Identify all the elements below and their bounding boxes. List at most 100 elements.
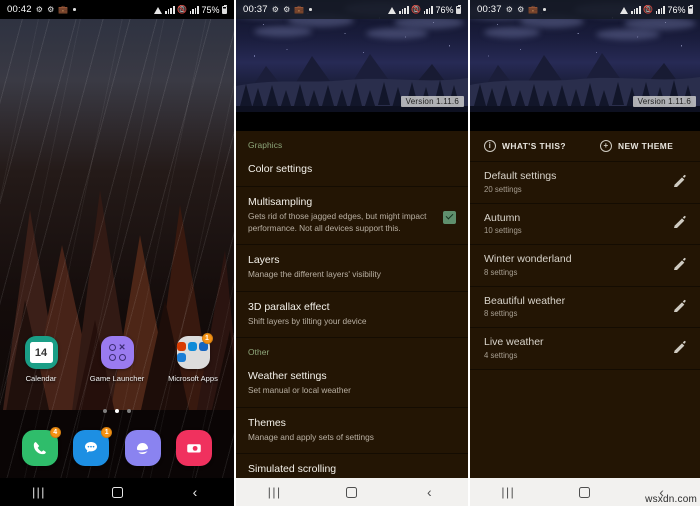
panel-settings: Version 1.11.6 00:37 ⚙ ⚙ 💼 📵 76% Graphic…: [236, 0, 468, 506]
camera-icon[interactable]: [176, 430, 213, 466]
setting-subtitle: Shift layers by tilting your device: [248, 315, 367, 326]
back-button[interactable]: ‹: [175, 485, 215, 499]
page-dot-3[interactable]: [127, 409, 131, 413]
settings-list[interactable]: Graphics Color settings Multisampling Ge…: [236, 131, 468, 478]
theme-row-default-settings[interactable]: Default settings 20 settings: [470, 162, 700, 204]
checkbox-multisampling[interactable]: [443, 210, 456, 224]
gear-icon: ⚙: [517, 4, 525, 14]
theme-row-live-weather[interactable]: Live weather 4 settings: [470, 328, 700, 370]
row-text: Color settings: [248, 163, 443, 176]
setting-row-multisampling[interactable]: Multisampling Gets rid of those jagged e…: [236, 187, 468, 246]
pencil-icon[interactable]: [672, 340, 688, 356]
theme-subtitle: 10 settings: [484, 226, 522, 236]
setting-row-simulated-scrolling[interactable]: Simulated scrolling If your launcher doe…: [236, 454, 468, 478]
row-text: Winter wonderland 8 settings: [484, 253, 672, 277]
calendar-icon[interactable]: 14: [24, 336, 58, 369]
back-button[interactable]: ‹: [409, 485, 449, 499]
row-text: Themes Manage and apply sets of settings: [248, 417, 443, 444]
status-left-themes: 00:37 ⚙ ⚙ 💼: [477, 4, 546, 15]
themes-list[interactable]: i WHAT'S THIS? + NEW THEME Default setti…: [470, 131, 700, 478]
setting-subtitle: Set manual or local weather: [248, 385, 351, 396]
row-text: 3D parallax effect Shift layers by tilti…: [248, 301, 443, 328]
signal-icon-2: [655, 5, 665, 14]
setting-title: Layers: [248, 254, 280, 267]
home-button[interactable]: [332, 486, 372, 498]
badge-count: 1: [201, 333, 213, 344]
setting-row-color-settings[interactable]: Color settings: [236, 154, 468, 188]
pencil-glyph: [674, 174, 686, 187]
signal-icon-2: [423, 5, 433, 14]
row-text: Simulated scrolling If your launcher doe…: [248, 463, 443, 478]
badge-count-phone: 4: [49, 427, 61, 438]
setting-subtitle: Gets rid of those jagged edges, but migh…: [248, 211, 427, 233]
home-icon: [111, 486, 123, 498]
row-text: Live weather 4 settings: [484, 336, 672, 360]
dot-icon: [309, 8, 312, 11]
pencil-icon[interactable]: [672, 174, 688, 190]
page-indicator[interactable]: [0, 409, 234, 413]
signal-icon: [165, 5, 175, 14]
battery-icon: [688, 4, 693, 14]
app-label-game-launcher: Game Launcher: [89, 374, 145, 383]
phone-icon[interactable]: 4: [21, 427, 61, 466]
pencil-icon[interactable]: [672, 215, 688, 231]
app-game-launcher[interactable]: ✕ Game Launcher: [89, 336, 145, 383]
whats-this-button[interactable]: i WHAT'S THIS?: [484, 140, 566, 152]
recents-button[interactable]: |||: [255, 486, 295, 498]
game-launcher-icon[interactable]: ✕: [100, 336, 134, 369]
whats-this-label: WHAT'S THIS?: [502, 141, 566, 151]
pencil-glyph: [674, 299, 686, 312]
dot-icon: [543, 8, 546, 11]
pencil-icon[interactable]: [672, 299, 688, 315]
office-icon: [177, 342, 186, 351]
home-button[interactable]: [97, 486, 137, 498]
message-icon[interactable]: 1: [73, 427, 113, 466]
new-theme-label: NEW THEME: [618, 141, 674, 151]
theme-row-autumn[interactable]: Autumn 10 settings: [470, 204, 700, 246]
gear-icon: ⚙: [35, 4, 44, 14]
setting-row-themes[interactable]: Themes Manage and apply sets of settings: [236, 408, 468, 455]
gear-icon: ⚙: [283, 4, 291, 14]
folder-icon[interactable]: 1: [176, 333, 213, 369]
home-icon: [579, 486, 591, 498]
vibrate-icon: 📵: [411, 5, 422, 14]
page-dot-2-active[interactable]: [115, 409, 119, 413]
x-glyph: ✕: [118, 342, 126, 352]
setting-row-weather-settings[interactable]: Weather settings Set manual or local wea…: [236, 361, 468, 408]
page-dot-1[interactable]: [103, 409, 107, 413]
browser-icon[interactable]: [124, 430, 161, 466]
setting-subtitle: Manage and apply sets of settings: [248, 431, 374, 442]
setting-subtitle: Manage the different layers' visibility: [248, 269, 381, 280]
gear-icon: ⚙: [271, 4, 280, 14]
dot-icon: [73, 8, 76, 11]
home-app-row: 14 Calendar ✕ Game Launcher 1 Microsoft …: [0, 333, 234, 383]
new-theme-button[interactable]: + NEW THEME: [600, 140, 673, 152]
version-label: Version 1.11.6: [632, 96, 696, 107]
phone-glyph: [34, 441, 47, 454]
setting-row-3d-parallax-effect[interactable]: 3D parallax effect Shift layers by tilti…: [236, 292, 468, 339]
gear-icon: ⚙: [47, 4, 55, 14]
theme-subtitle: 8 settings: [484, 309, 518, 319]
app-microsoft-apps[interactable]: 1 Microsoft Apps: [165, 333, 221, 383]
section-header-graphics: Graphics: [248, 140, 283, 150]
setting-row-layers[interactable]: Layers Manage the different layers' visi…: [236, 245, 468, 292]
theme-title: Live weather: [484, 336, 544, 349]
status-right: 📵 75%: [153, 4, 227, 15]
recents-button[interactable]: |||: [19, 486, 59, 498]
home-button[interactable]: [565, 486, 605, 498]
battery-percent: 75%: [201, 4, 220, 15]
pencil-icon[interactable]: [672, 257, 688, 273]
theme-row-winter-wonderland[interactable]: Winter wonderland 8 settings: [470, 245, 700, 287]
recents-button[interactable]: |||: [488, 486, 528, 498]
wifi-icon: [387, 6, 397, 14]
status-time: 00:37: [477, 4, 502, 15]
panel-home-screen: 00:42 ⚙ ⚙ 💼 📵 75% 14 Calendar ✕ Game Lau…: [0, 0, 234, 506]
bag-icon: 💼: [58, 4, 69, 14]
app-label-calendar: Calendar: [25, 374, 57, 383]
setting-title: Color settings: [248, 163, 313, 175]
app-calendar[interactable]: 14 Calendar: [13, 336, 69, 383]
theme-row-beautiful-weather[interactable]: Beautiful weather 8 settings: [470, 287, 700, 329]
bag-icon: 💼: [528, 4, 539, 14]
navigation-bar-settings: ||| ‹: [236, 478, 468, 506]
circle-glyph: [108, 344, 116, 351]
